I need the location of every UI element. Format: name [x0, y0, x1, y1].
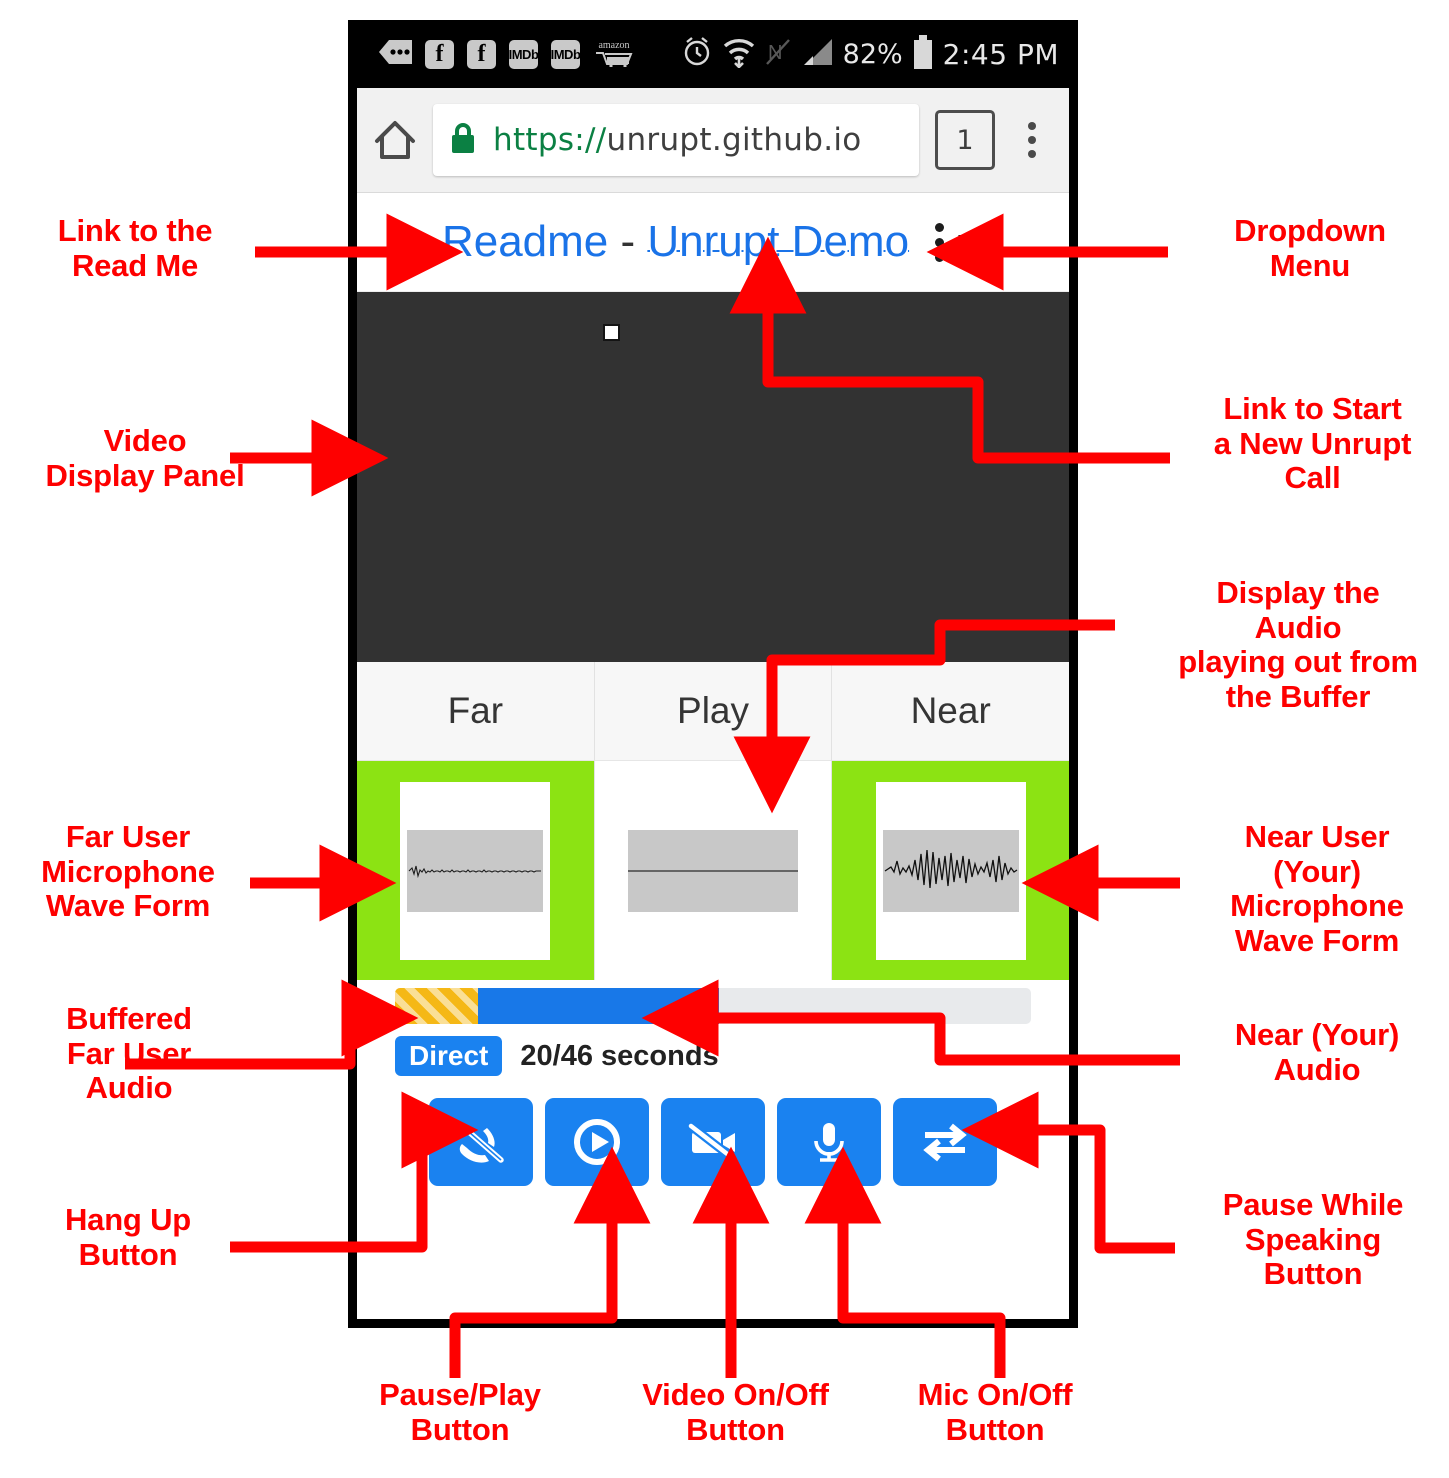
annotation-readme: Link to the Read Me [57, 213, 213, 283]
imdb-icon: IMDb [551, 39, 581, 69]
far-card-header: Far [357, 662, 594, 761]
near-active-indicator [832, 761, 1069, 980]
play-circle-icon [574, 1119, 620, 1165]
far-card-title: Far [447, 690, 504, 731]
buffered-far-audio-segment [395, 988, 478, 1024]
dropdown-menu-button[interactable] [935, 222, 985, 262]
annotation-hang-up: Hang Up Button [64, 1202, 192, 1272]
annotation-mic-onoff: Mic On/Off Button [917, 1377, 1073, 1447]
near-waveform-card: Near [832, 662, 1069, 980]
exchange-arrows-icon [923, 1123, 967, 1162]
play-inactive-indicator [595, 761, 832, 980]
playback-progress-bar[interactable] [395, 988, 1031, 1024]
play-waveform [628, 829, 798, 912]
call-control-bar [357, 1076, 1069, 1186]
annotation-video-onoff: Video On/Off Button [642, 1377, 829, 1447]
phone-frame: f f IMDb IMDb amazon N 82% 2:45 PM https… [348, 20, 1078, 1328]
alarm-icon [681, 36, 713, 73]
playback-progress-wrapper [357, 980, 1069, 1024]
annotation-buffered-far-audio: Buffered Far User Audio [66, 1001, 192, 1106]
hang-up-button[interactable] [429, 1098, 533, 1186]
url-scheme: https:// [493, 122, 607, 158]
play-wave-frame [595, 782, 832, 960]
kebab-menu-icon[interactable] [1009, 122, 1055, 158]
near-card-body [832, 761, 1069, 980]
phone-slash-icon [458, 1122, 504, 1163]
page-header: Readme - Unrupt Demo [357, 193, 1069, 292]
play-waveform-card: Play [594, 662, 833, 980]
playback-status-line: Direct 20/46 seconds [357, 1024, 1069, 1076]
video-slash-icon [688, 1122, 738, 1164]
message-icon [379, 39, 412, 69]
play-card-body [595, 761, 832, 980]
home-icon[interactable] [357, 117, 433, 163]
wifi-icon [722, 36, 756, 73]
video-display-panel[interactable] [357, 292, 1069, 662]
video-toggle-button[interactable] [661, 1098, 765, 1186]
title-separator: - [608, 217, 648, 266]
battery-icon [912, 34, 934, 74]
play-card-header: Play [594, 662, 832, 761]
annotation-near-wave: Near User (Your) Microphone Wave Form [1230, 819, 1404, 959]
far-waveform-card: Far [357, 662, 595, 980]
near-wave-frame [875, 781, 1026, 960]
android-status-bar: f f IMDb IMDb amazon N 82% 2:45 PM [357, 20, 1069, 88]
readme-link[interactable]: Readme [442, 217, 608, 266]
near-card-title: Near [910, 690, 991, 731]
far-waveform [407, 829, 544, 912]
annotation-buffer-display: Display the Audio playing out from the B… [1178, 575, 1418, 715]
nfc-off-icon: N [765, 37, 791, 72]
play-card-title: Play [677, 690, 749, 731]
direct-status-badge: Direct [395, 1036, 503, 1076]
new-unrupt-call-link[interactable]: Unrupt Demo [647, 217, 909, 266]
pause-play-button[interactable] [545, 1098, 649, 1186]
status-bar-clock: 2:45 PM [942, 37, 1059, 71]
microphone-icon [814, 1123, 844, 1162]
near-card-header: Near [832, 662, 1069, 761]
imdb-icon: IMDb [509, 39, 539, 69]
mic-toggle-button[interactable] [777, 1098, 881, 1186]
url-host: unrupt.github.io [606, 122, 862, 158]
kebab-menu-icon[interactable] [935, 222, 945, 262]
url-bar[interactable]: https://unrupt.github.io [433, 104, 919, 176]
url-text: https://unrupt.github.io [493, 122, 862, 158]
status-bar-notification-icons: f f IMDb IMDb amazon [379, 20, 635, 88]
browser-toolbar: https://unrupt.github.io 1 [357, 88, 1069, 193]
phone-screen: f f IMDb IMDb amazon N 82% 2:45 PM https… [357, 20, 1069, 1319]
battery-percent: 82% [842, 38, 903, 70]
near-audio-segment [477, 988, 720, 1024]
amazon-cart-icon: amazon [593, 37, 635, 72]
pause-while-speaking-button[interactable] [893, 1098, 997, 1186]
signal-icon [800, 37, 834, 72]
far-active-indicator [357, 761, 594, 980]
facebook-icon: f [467, 39, 496, 69]
status-bar-system-icons: N 82% 2:45 PM [681, 20, 1059, 88]
video-placeholder-marker [603, 324, 620, 341]
annotation-far-wave: Far User Microphone Wave Form [41, 819, 215, 924]
near-waveform [882, 829, 1019, 912]
far-wave-frame [400, 781, 551, 960]
annotation-near-audio: Near (Your) Audio [1234, 1017, 1400, 1087]
far-card-body [357, 761, 594, 980]
annotation-video-panel: Video Display Panel [45, 423, 245, 493]
lock-icon [449, 121, 477, 160]
annotation-new-call: Link to Start a New Unrupt Call [1213, 391, 1412, 496]
page-title: Readme - Unrupt Demo [442, 217, 909, 267]
annotation-pause-while-speaking: Pause While Speaking Button [1222, 1187, 1404, 1292]
waveform-cards: Far Play Near [357, 662, 1069, 980]
facebook-icon: f [425, 39, 454, 69]
svg-text:amazon: amazon [598, 40, 629, 51]
playback-time-text: 20/46 seconds [520, 1039, 719, 1072]
annotation-pause-play: Pause/Play Button [379, 1377, 541, 1447]
chevron-down-icon[interactable] [958, 234, 985, 250]
tab-counter-button[interactable]: 1 [935, 110, 995, 170]
annotation-dropdown-menu: Dropdown Menu [1234, 213, 1386, 283]
